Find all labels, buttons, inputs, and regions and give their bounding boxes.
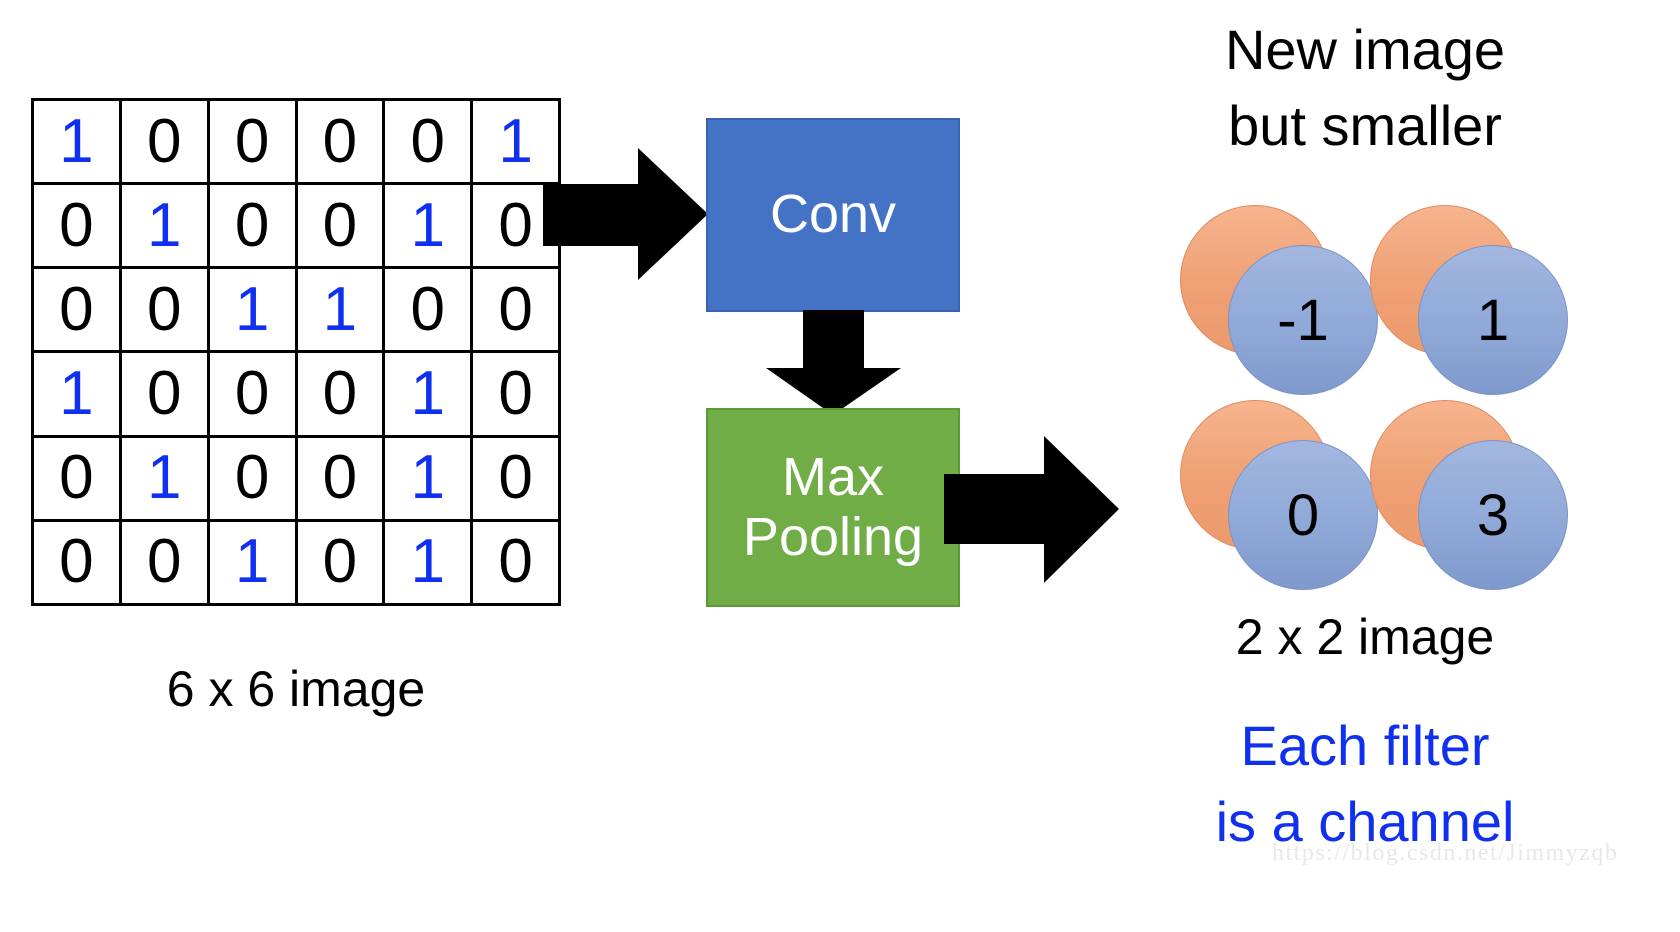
grid-cell: 1	[209, 269, 298, 354]
grid-cell: 0	[34, 185, 122, 270]
grid-cell: 0	[34, 269, 122, 354]
grid-cell: 0	[297, 185, 386, 270]
arrow-input-to-conv-icon	[543, 148, 708, 280]
grid-cell: 0	[297, 437, 386, 522]
grid-cell: 1	[385, 185, 474, 270]
output-heading: New image but smaller	[1155, 12, 1575, 163]
grid-cell: 0	[385, 101, 474, 186]
arrow-conv-to-pooling-icon	[766, 310, 901, 415]
output-heading-line2: but smaller	[1228, 93, 1502, 157]
output-cell-bottom-left-front-circle: 0	[1228, 440, 1378, 590]
grid-cell: 0	[209, 185, 298, 270]
grid-cell: 0	[209, 101, 298, 186]
grid-cell: 0	[34, 437, 122, 522]
grid-cell: 1	[34, 353, 122, 438]
grid-cell: 0	[297, 101, 386, 186]
grid-cell: 0	[34, 521, 122, 606]
conv-stage-box[interactable]: Conv	[706, 118, 960, 312]
grid-cell: 0	[473, 521, 561, 606]
grid-cell: 1	[34, 101, 122, 186]
output-cell-bottom-left[interactable]: 0	[1180, 400, 1380, 590]
output-cell-top-right-front-circle: 1	[1418, 245, 1568, 395]
diagram-canvas: 1 0 0 0 0 1 0 1 0 0 1 0 0 0 1 1 0 0 1 0 …	[0, 0, 1680, 932]
grid-cell: 0	[473, 353, 561, 438]
filter-channel-note: Each filter is a channel	[1135, 708, 1595, 859]
max-pooling-stage-label-line2: Pooling	[742, 506, 924, 567]
output-cell-top-left-front-circle: -1	[1228, 245, 1378, 395]
grid-cell: 0	[209, 437, 298, 522]
arrow-pooling-to-output-icon	[944, 436, 1119, 583]
grid-cell: 1	[121, 437, 210, 522]
output-cell-bottom-right-front-circle: 3	[1418, 440, 1568, 590]
grid-cell: 0	[121, 101, 210, 186]
grid-cell: 0	[297, 521, 386, 606]
output-cell-bottom-right[interactable]: 3	[1370, 400, 1570, 590]
grid-cell: 1	[297, 269, 386, 354]
input-image-caption: 6 x 6 image	[166, 661, 426, 717]
max-pooling-stage-box[interactable]: Max Pooling	[706, 408, 960, 607]
input-image-grid: 1 0 0 0 0 1 0 1 0 0 1 0 0 0 1 1 0 0 1 0 …	[31, 98, 561, 606]
grid-cell: 1	[385, 437, 474, 522]
conv-stage-label: Conv	[769, 184, 897, 245]
grid-cell: 1	[385, 521, 474, 606]
grid-cell: 1	[121, 185, 210, 270]
output-cell-top-left[interactable]: -1	[1180, 205, 1380, 395]
grid-cell: 1	[385, 353, 474, 438]
filter-channel-note-line1: Each filter	[1240, 714, 1490, 777]
grid-cell: 0	[121, 269, 210, 354]
max-pooling-stage-label-line1: Max	[781, 447, 884, 508]
grid-cell: 0	[121, 353, 210, 438]
grid-cell: 0	[297, 353, 386, 438]
grid-cell: 0	[385, 269, 474, 354]
watermark-url: https://blog.csdn.net/Jimmyzqb	[1272, 840, 1619, 866]
grid-cell: 0	[473, 437, 561, 522]
output-heading-line1: New image	[1224, 18, 1506, 81]
output-cell-top-right[interactable]: 1	[1370, 205, 1570, 395]
grid-cell: 1	[209, 521, 298, 606]
grid-cell: 0	[121, 521, 210, 606]
output-image-caption: 2 x 2 image	[1235, 609, 1495, 665]
grid-cell: 0	[209, 353, 298, 438]
